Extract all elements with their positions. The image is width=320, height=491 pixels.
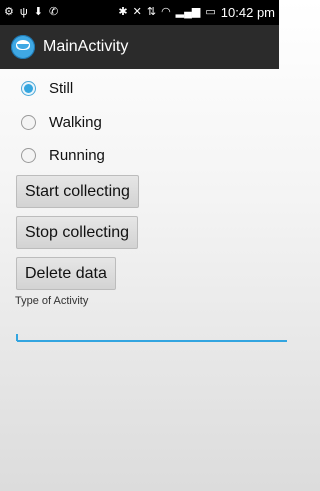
mute-icon: ✕ xyxy=(132,6,142,18)
radio-button-still[interactable] xyxy=(21,80,36,96)
phone-icon: ✆ xyxy=(48,6,59,18)
status-bar-left-icons: ⚙ ψ ⬇ ✆ xyxy=(0,7,58,18)
status-time: 10:42 pm xyxy=(220,5,275,20)
wifi-icon: ◠ xyxy=(161,6,171,18)
usb-icon: ψ xyxy=(19,6,28,18)
radio-button-running[interactable] xyxy=(21,147,36,163)
bluetooth-icon: ✱ xyxy=(118,6,128,18)
notification-icon: ⚙ xyxy=(4,6,14,18)
status-bar: ⚙ ψ ⬇ ✆ ✱ ✕ ⇅ ◠ ▂▄▆ ▭ 10:42 pm xyxy=(0,0,279,25)
radio-option-running[interactable]: Running xyxy=(0,141,279,169)
status-bar-right: ✱ ✕ ⇅ ◠ ▂▄▆ ▭ 10:42 pm xyxy=(118,5,279,20)
input-underline-tick xyxy=(16,334,18,341)
start-collecting-button[interactable]: Start collecting xyxy=(16,175,139,208)
stop-collecting-button[interactable]: Stop collecting xyxy=(16,216,139,249)
data-icon: ⇅ xyxy=(146,6,157,18)
radio-label-walking: Walking xyxy=(49,113,102,131)
radio-label-running: Running xyxy=(49,146,105,164)
battery-icon: ▭ xyxy=(205,6,216,18)
signal-icon: ▂▄▆ xyxy=(175,6,201,18)
download-icon: ⬇ xyxy=(33,6,43,18)
radio-option-walking[interactable]: Walking xyxy=(0,108,279,136)
activity-type-label: Type of Activity xyxy=(15,295,89,307)
radio-label-still: Still xyxy=(49,79,74,97)
app-title: MainActivity xyxy=(43,38,129,55)
activity-type-input[interactable] xyxy=(17,318,287,342)
delete-data-button[interactable]: Delete data xyxy=(16,257,116,290)
action-bar: MainActivity xyxy=(0,25,279,69)
app-logo-icon xyxy=(11,35,35,59)
radio-button-walking[interactable] xyxy=(21,114,36,130)
radio-option-still[interactable]: Still xyxy=(0,74,279,102)
